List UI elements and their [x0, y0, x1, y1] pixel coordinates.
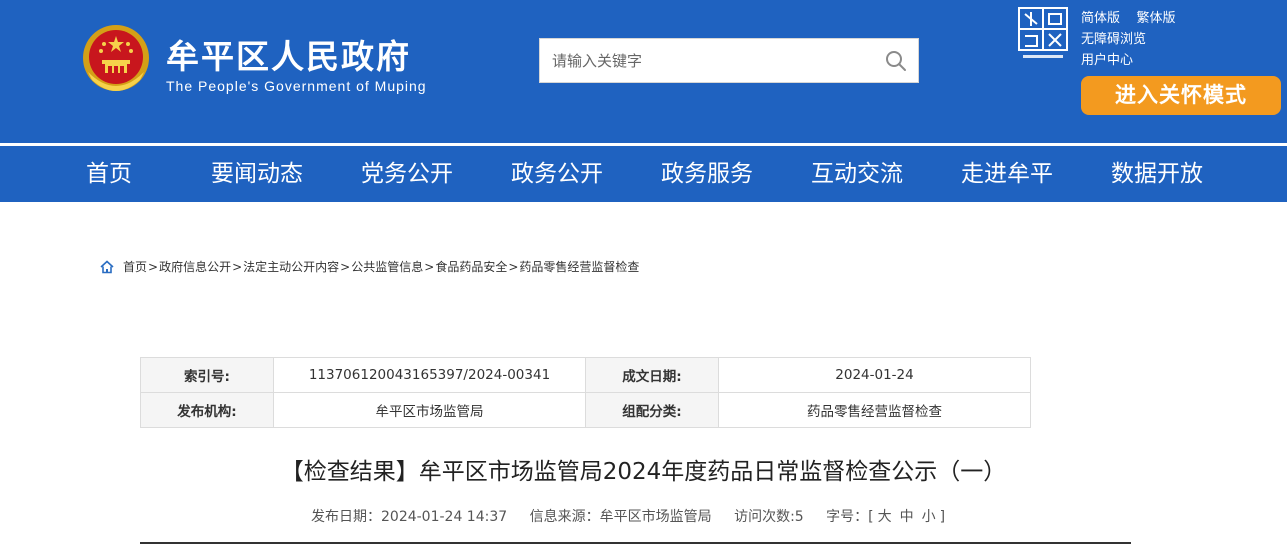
user-center-link[interactable]: 用户中心 [1081, 53, 1133, 68]
main-nav: 首页 要闻动态 党务公开 政务公开 政务服务 互动交流 走进牟平 数据开放 [0, 146, 1287, 202]
breadcrumb-separator: > [424, 259, 435, 274]
simplified-link[interactable]: 简体版 [1081, 11, 1120, 26]
index-value: 11370612004316539​7/2024-00341 [273, 357, 586, 393]
breadcrumb-separator: > [340, 259, 351, 274]
traditional-link[interactable]: 繁体版 [1137, 11, 1176, 26]
breadcrumb-separator: > [232, 259, 243, 274]
site-header: 牟平区人民政府 The People's Government of Mupin… [0, 0, 1287, 143]
breadcrumb-public-supervision[interactable]: 公共监管信息 [351, 258, 423, 275]
font-size-label: 字号：[ [826, 509, 874, 525]
article-title: 【检查结果】牟平区市场监管局2024年度药品日常监督检查公示（一） [280, 459, 1007, 485]
search-icon[interactable] [884, 49, 908, 73]
nav-item-home[interactable]: 首页 [86, 146, 132, 202]
visit-count: 访问次数:5 [734, 509, 804, 525]
site-subtitle: The People's Government of Muping [166, 78, 427, 94]
nav-item-news[interactable]: 要闻动态 [211, 146, 303, 202]
article-meta: 发布日期：2024-01-24 14:37 信息来源：牟平区市场监管局 访问次数… [311, 506, 945, 526]
nav-item-government-affairs[interactable]: 政务公开 [511, 146, 603, 202]
font-size-large-button[interactable]: 大 [878, 509, 892, 525]
care-mode-button[interactable]: 进入关怀模式 [1081, 76, 1281, 115]
search-box [539, 38, 919, 83]
content-divider [140, 542, 1131, 544]
font-size-close: ] [939, 509, 946, 525]
breadcrumb: 首页 > 政府信息公开 > 法定主动公开内容 > 公共监管信息 > 食品药品安全 > 药品… [100, 258, 639, 275]
home-icon[interactable] [100, 259, 114, 274]
font-size-medium-button[interactable]: 中 [900, 509, 914, 525]
yantai-logo-icon [1018, 7, 1068, 58]
date-label: 成文日期: [585, 357, 719, 393]
table-row: 发布机构: 牟平区市场监管局 组配分类: 药品零售经营监督检查 [140, 392, 1031, 428]
document-info-table: 索引号: 11370612004316539​7/2024-00341 成文日期… [140, 357, 1031, 428]
site-title[interactable]: 牟平区人民政府 [166, 30, 411, 78]
top-links: 简体版 繁体版 无障碍浏览 用户中心 [1081, 8, 1176, 71]
info-source: 信息来源：牟平区市场监管局 [529, 509, 712, 525]
nav-item-open-data[interactable]: 数据开放 [1111, 146, 1203, 202]
breadcrumb-pharmacy-inspection[interactable]: 药品零售经营监督检查 [519, 258, 639, 275]
national-emblem-icon[interactable] [80, 22, 152, 98]
nav-item-government-services[interactable]: 政务服务 [661, 146, 753, 202]
nav-item-party-affairs[interactable]: 党务公开 [361, 146, 453, 202]
table-row: 索引号: 11370612004316539​7/2024-00341 成文日期… [140, 357, 1031, 393]
breadcrumb-food-drug[interactable]: 食品药品安全 [435, 258, 507, 275]
breadcrumb-separator: > [148, 259, 159, 274]
category-value: 药品零售经营监督检查 [718, 392, 1031, 428]
breadcrumb-separator: > [508, 259, 519, 274]
font-size-control: 字号：[大中小] [826, 509, 945, 525]
date-value: 2024-01-24 [718, 357, 1031, 393]
nav-item-interaction[interactable]: 互动交流 [811, 146, 903, 202]
breadcrumb-home[interactable]: 首页 [123, 258, 147, 275]
breadcrumb-gov-info[interactable]: 政府信息公开 [159, 258, 231, 275]
nav-item-about-muping[interactable]: 走进牟平 [961, 146, 1053, 202]
index-label: 索引号: [140, 357, 274, 393]
category-label: 组配分类: [585, 392, 719, 428]
search-input[interactable] [540, 39, 870, 82]
accessible-browse-link[interactable]: 无障碍浏览 [1081, 32, 1146, 47]
publish-date: 发布日期：2024-01-24 14:37 [311, 509, 508, 525]
publisher-label: 发布机构: [140, 392, 274, 428]
publisher-value: 牟平区市场监管局 [273, 392, 586, 428]
breadcrumb-statutory[interactable]: 法定主动公开内容 [243, 258, 339, 275]
font-size-small-button[interactable]: 小 [922, 509, 936, 525]
